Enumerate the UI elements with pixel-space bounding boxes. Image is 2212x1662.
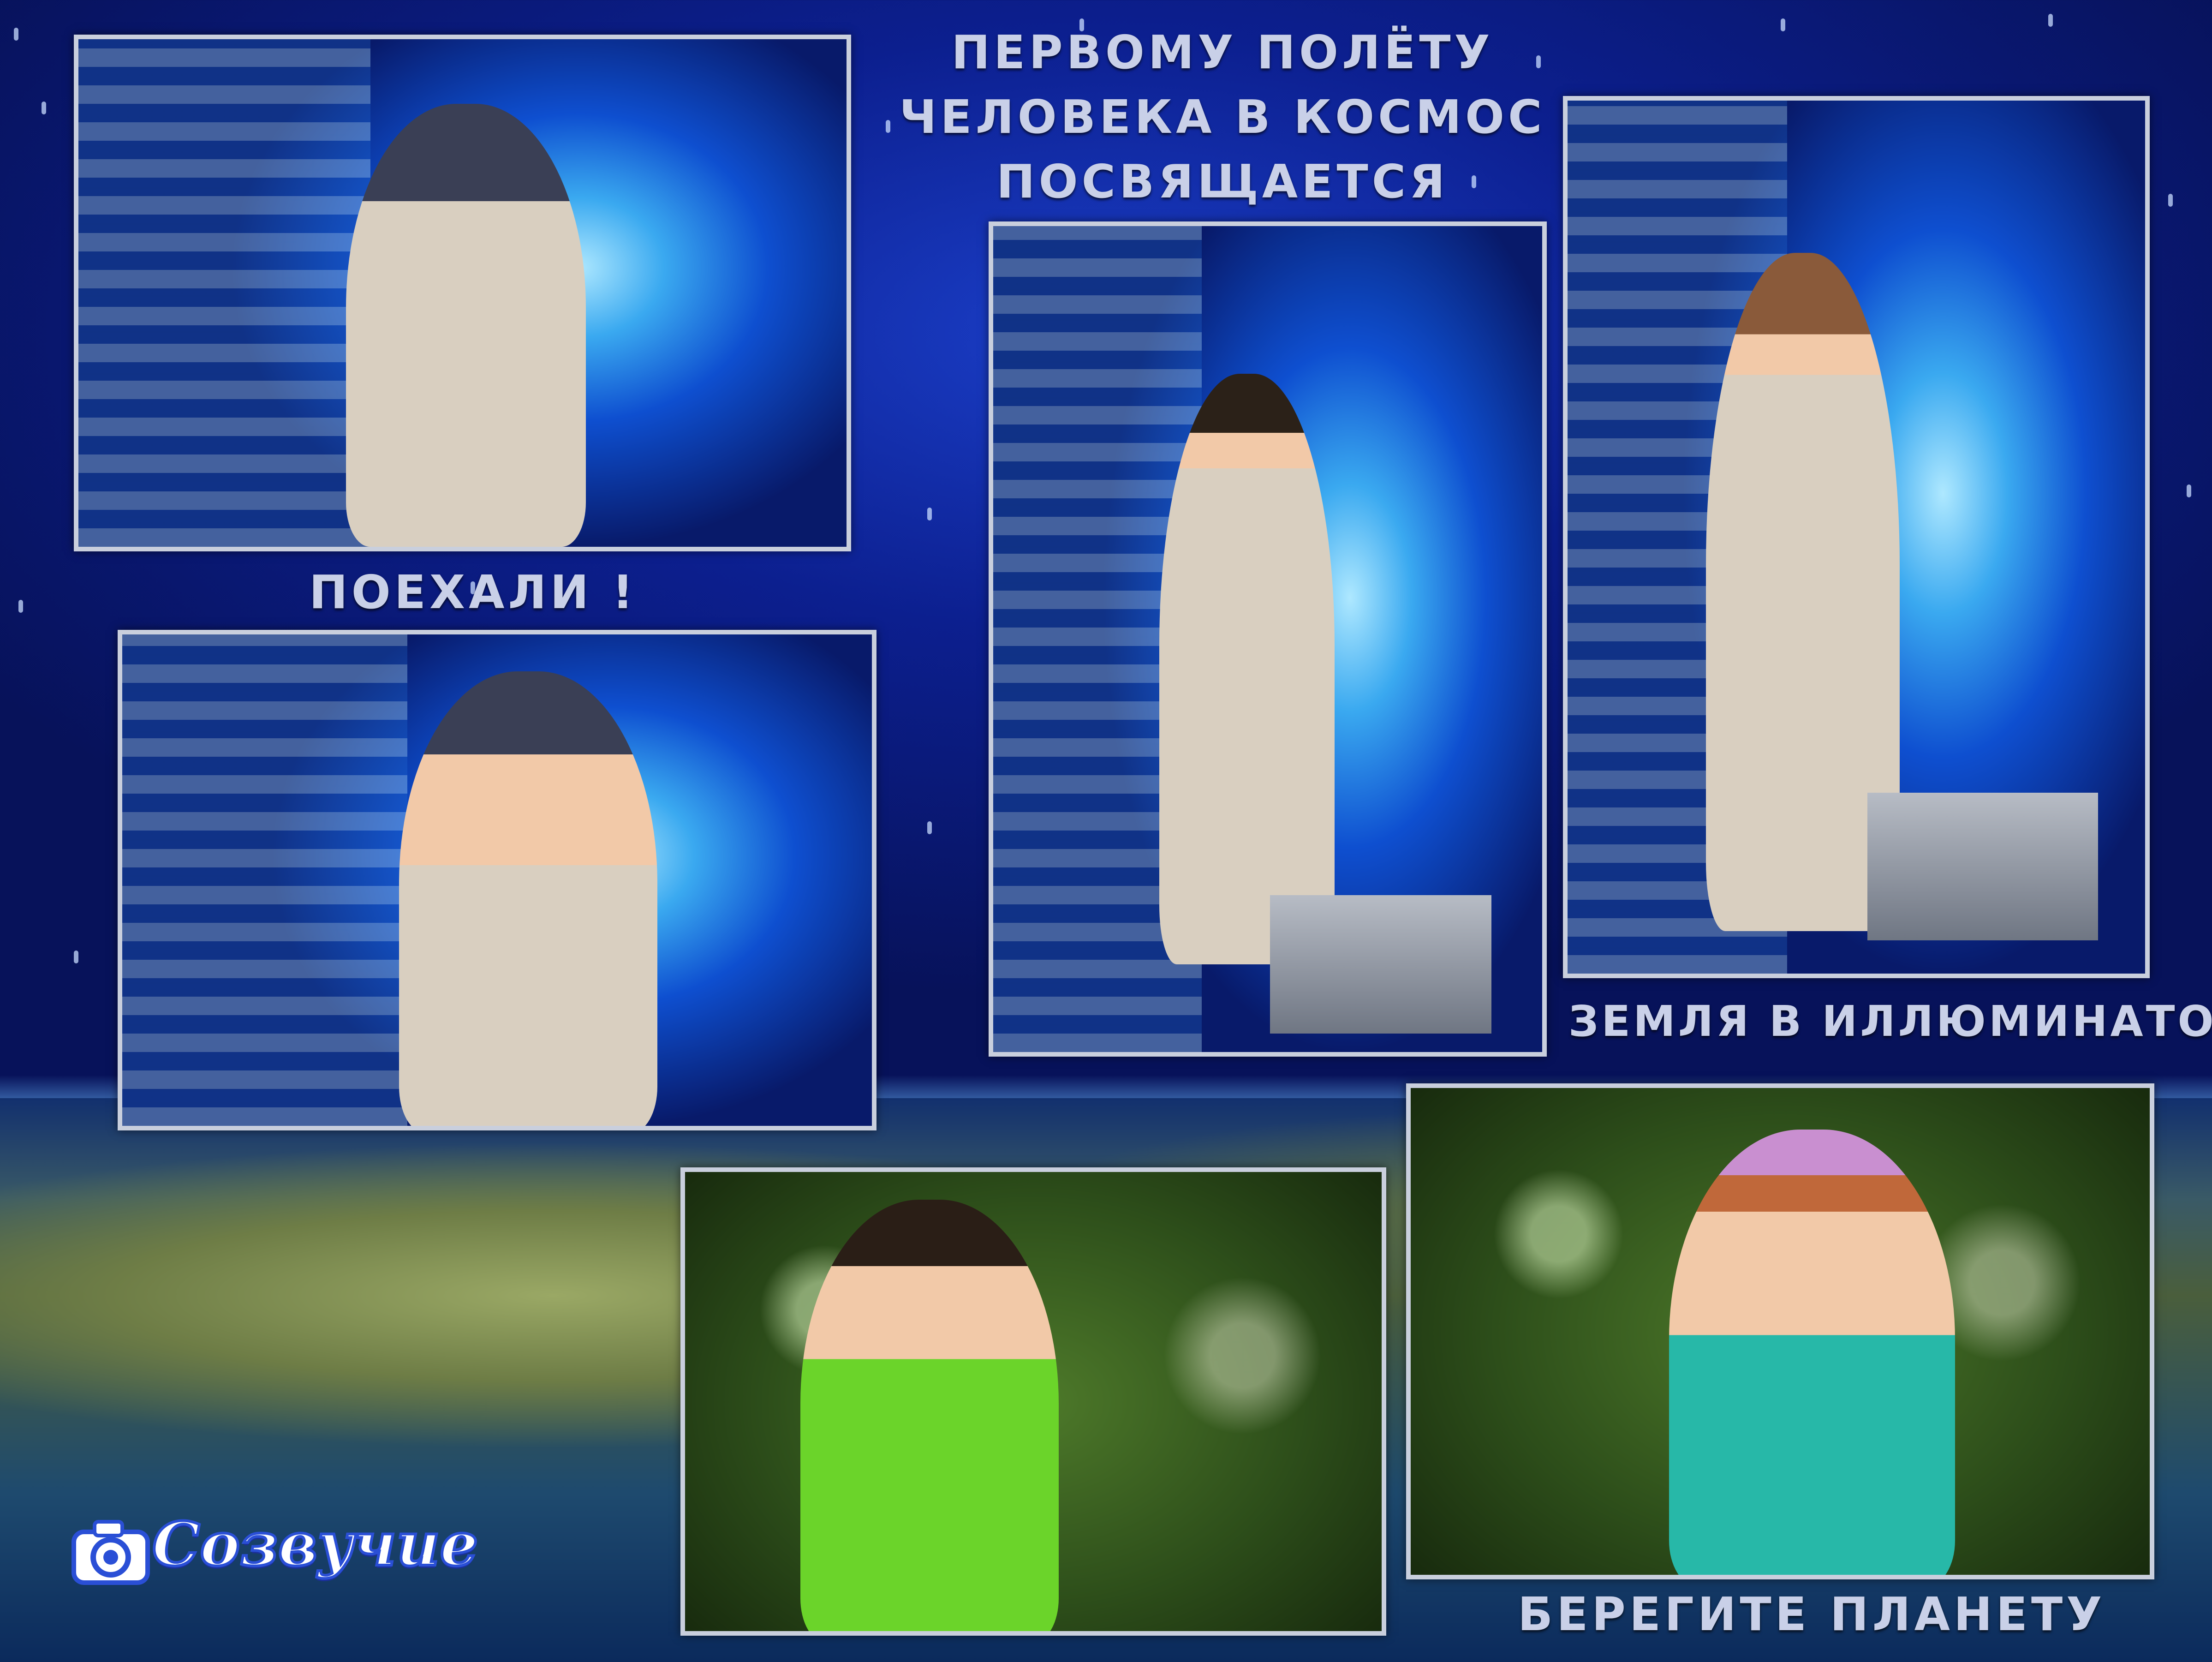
metal-case xyxy=(1270,895,1491,1034)
star xyxy=(2187,484,2191,497)
star xyxy=(2168,194,2173,207)
photo-fairy-girl xyxy=(1406,1083,2154,1579)
boy-figure xyxy=(800,1200,1059,1631)
caption-beregite: Берегите планету xyxy=(1518,1587,2106,1641)
photo-astronaut-girl-standing xyxy=(1563,96,2150,978)
star xyxy=(927,821,932,834)
photo-astronaut-boy-standing xyxy=(989,221,1547,1057)
metal-case xyxy=(1867,793,2098,940)
caption-zemlya: Земля в иллюминаторе xyxy=(1568,997,2212,1046)
photo-astronaut-girl-helmet xyxy=(118,630,876,1130)
fairy-figure xyxy=(1669,1130,1955,1575)
astronaut-figure xyxy=(346,104,586,547)
title-line-3: посвящается xyxy=(996,155,1449,209)
astronaut-figure xyxy=(1159,374,1335,964)
star xyxy=(927,508,932,520)
photo-astronaut-boy-helmet xyxy=(74,35,851,551)
star xyxy=(14,28,18,41)
photo-boy-magnifier xyxy=(680,1167,1386,1636)
camera-icon xyxy=(72,1520,150,1585)
star xyxy=(18,600,23,613)
title-line-2: человека в космос xyxy=(899,90,1546,144)
astronaut-figure xyxy=(399,671,657,1126)
title-line-1: Первому полёту xyxy=(951,25,1494,79)
star xyxy=(2048,14,2053,27)
star xyxy=(42,102,46,114)
star xyxy=(1781,18,1785,31)
logo-text: Созвучие xyxy=(151,1507,479,1581)
star xyxy=(74,951,78,963)
caption-poekhali: Поехали ! xyxy=(309,565,637,619)
studio-logo: Созвучие xyxy=(69,1504,479,1596)
